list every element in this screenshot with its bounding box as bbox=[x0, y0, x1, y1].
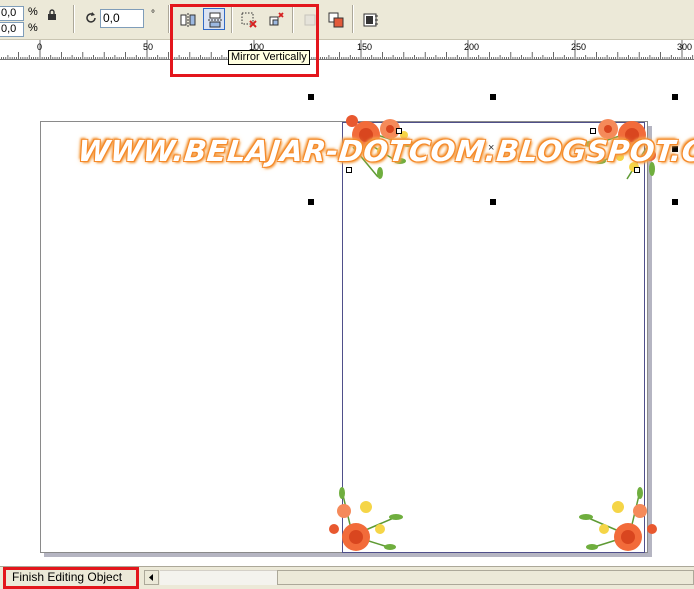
tooltip: Mirror Vertically bbox=[228, 50, 310, 65]
rotation-icon bbox=[86, 12, 96, 23]
selection-handle[interactable] bbox=[490, 94, 496, 100]
watermark-text: WWW.BELAJAR-DOTCOM.BLOGSPOT.COM bbox=[76, 134, 694, 168]
status-bar: Finish Editing Object bbox=[0, 566, 694, 589]
to-back-button[interactable] bbox=[324, 8, 346, 30]
arrange-back-icon bbox=[328, 12, 344, 28]
ruler-label: 300 bbox=[677, 42, 693, 52]
ruler-label: 150 bbox=[357, 42, 373, 52]
annotation-highlight-mirror bbox=[170, 4, 319, 77]
height-scale-unit: % bbox=[28, 22, 38, 34]
width-scale-unit: % bbox=[28, 6, 38, 18]
wrap-text-icon bbox=[363, 13, 378, 27]
ruler-label: 50 bbox=[143, 42, 154, 52]
selection-handle[interactable] bbox=[672, 199, 678, 205]
flower-decoration-bottom-left bbox=[329, 487, 403, 551]
property-bar: 0,0 % 0,0 % 0,0 ° bbox=[0, 0, 694, 40]
selection-handle[interactable] bbox=[672, 94, 678, 100]
rotation-angle-input[interactable]: 0,0 bbox=[100, 9, 144, 28]
selection-handle[interactable] bbox=[308, 94, 314, 100]
height-scale-field[interactable]: 0,0 bbox=[0, 22, 24, 37]
scroll-left-button[interactable] bbox=[144, 570, 159, 585]
lock-ratio-icon[interactable] bbox=[46, 9, 58, 21]
toolbar-separator bbox=[73, 5, 75, 33]
ruler-tick-marks bbox=[1, 40, 694, 59]
degree-unit: ° bbox=[151, 9, 155, 20]
width-scale-field[interactable]: 0,0 bbox=[0, 6, 24, 21]
ruler-label: 0 bbox=[37, 42, 43, 52]
selection-handle[interactable] bbox=[490, 199, 496, 205]
wrap-text-button[interactable] bbox=[358, 8, 380, 30]
arrow-left-icon bbox=[149, 574, 153, 581]
selection-handle[interactable] bbox=[308, 199, 314, 205]
toolbar-separator bbox=[352, 5, 354, 33]
horizontal-ruler[interactable]: 0 50 100 150 200 250 300 bbox=[0, 40, 694, 60]
annotation-highlight-finish bbox=[3, 567, 139, 589]
ruler-label: 200 bbox=[464, 42, 480, 52]
flower-decoration-bottom-right bbox=[579, 487, 657, 551]
drawing-canvas[interactable]: × WWW.BELAJAR-DOTCOM.BLOGSPOT.COM bbox=[0, 61, 694, 566]
horizontal-scrollbar-thumb[interactable] bbox=[277, 570, 694, 585]
ruler-label: 250 bbox=[571, 42, 587, 52]
